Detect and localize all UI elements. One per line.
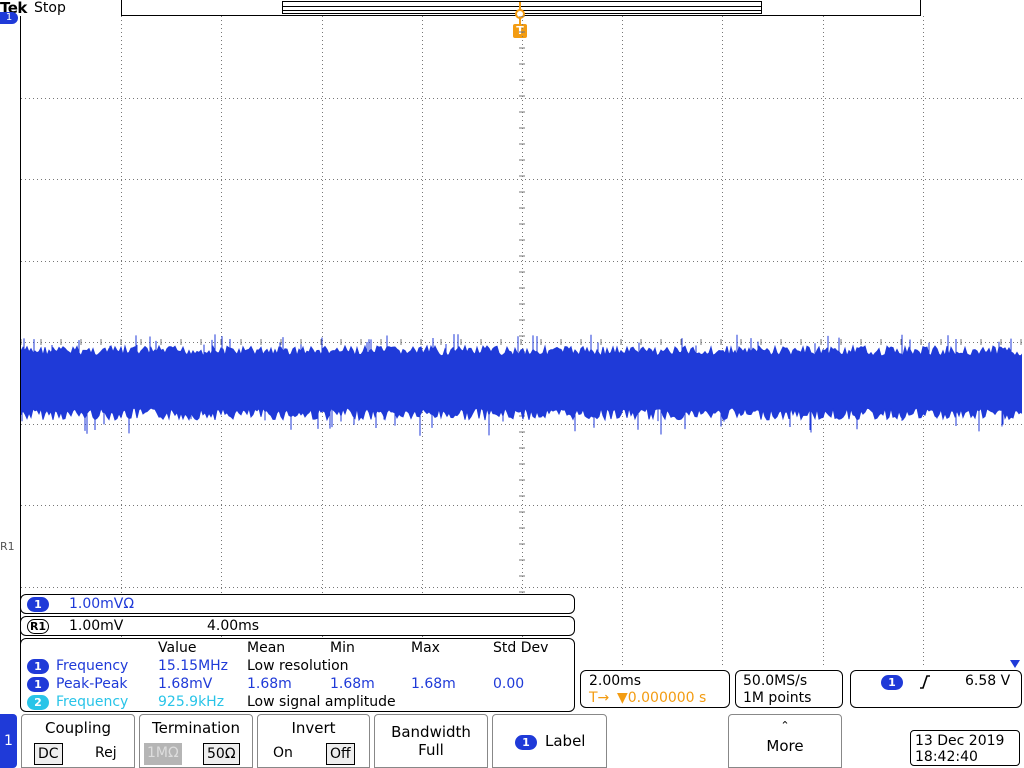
trigger-readout[interactable]: 1 6.58 V bbox=[850, 670, 1022, 708]
date: 13 Dec 2019 bbox=[915, 733, 1005, 749]
trigger-delay: ▼0.000000 s bbox=[617, 690, 707, 706]
trigger-level: 6.58 V bbox=[965, 673, 1011, 689]
timebase-scale: 2.00ms bbox=[589, 673, 642, 689]
label-button[interactable]: 1 Label bbox=[492, 714, 607, 768]
waveform-display bbox=[21, 16, 1022, 665]
meas-row-value: 1.68mV bbox=[158, 676, 213, 692]
coupling-rej-option[interactable]: Rej bbox=[92, 743, 120, 765]
ch1-scale-readout[interactable]: 1 1.00mVΩ bbox=[20, 594, 575, 614]
meas-row-badge: 2 bbox=[27, 694, 49, 710]
meas-row-value: 15.15MHz bbox=[158, 658, 229, 674]
termination-50-option[interactable]: 50Ω bbox=[203, 743, 240, 765]
meas-row-badge: 1 bbox=[27, 658, 49, 674]
more-button[interactable]: ⌃ More bbox=[728, 714, 842, 768]
meas-row-note: Low resolution bbox=[247, 658, 349, 674]
label-channel-badge: 1 bbox=[515, 735, 537, 750]
ch1-waveform bbox=[21, 344, 1022, 422]
coupling-title: Coupling bbox=[44, 719, 112, 737]
meas-row-name: Frequency bbox=[56, 694, 129, 710]
termination-title: Termination bbox=[152, 719, 240, 737]
measurement-panel[interactable]: Value Mean Min Max Std Dev 1 Frequency 1… bbox=[20, 638, 575, 712]
meas-row-max: 1.68m bbox=[411, 676, 456, 692]
ch1-ground-marker[interactable]: 1 bbox=[0, 12, 18, 24]
bandwidth-value: Full bbox=[418, 741, 444, 759]
meas-row-name: Frequency bbox=[56, 658, 129, 674]
graticule bbox=[20, 16, 1022, 668]
trigger-level-arrow-icon bbox=[1010, 660, 1020, 668]
meas-row-note: Low signal amplitude bbox=[247, 694, 396, 710]
ref1-readout[interactable]: R1 1.00mV 4.00ms bbox=[20, 616, 575, 636]
invert-on-option[interactable]: On bbox=[270, 743, 296, 765]
datetime-readout: 13 Dec 2019 18:42:40 bbox=[910, 730, 1020, 766]
label-title: Label bbox=[545, 732, 586, 750]
header-value: Value bbox=[158, 640, 197, 656]
meas-row-std: 0.00 bbox=[493, 676, 525, 692]
coupling-dc-option[interactable]: DC bbox=[34, 743, 63, 765]
header-std-dev: Std Dev bbox=[493, 640, 549, 656]
ref1-badge: R1 bbox=[27, 618, 49, 634]
ref1-marker[interactable]: R1 bbox=[0, 540, 18, 554]
channel-menu-tab[interactable]: 1 bbox=[0, 714, 17, 768]
meas-row-value: 925.9kHz bbox=[158, 694, 225, 710]
timebase-readout[interactable]: 2.00ms T→ ▼0.000000 s bbox=[580, 670, 730, 708]
ref1-scale: 1.00mV bbox=[69, 618, 124, 634]
meas-row-mean: 1.68m bbox=[247, 676, 292, 692]
rising-edge-icon bbox=[920, 675, 930, 689]
ch1-scale: 1.00mVΩ bbox=[69, 596, 135, 612]
meas-row-name: Peak-Peak bbox=[56, 676, 128, 692]
header-min: Min bbox=[330, 640, 355, 656]
invert-off-option[interactable]: Off bbox=[326, 743, 355, 765]
meas-row-min: 1.68m bbox=[330, 676, 375, 692]
ch1-badge: 1 bbox=[27, 596, 49, 612]
bandwidth-title: Bandwidth bbox=[391, 723, 471, 741]
coupling-button[interactable]: Coupling DC Rej bbox=[21, 714, 135, 768]
termination-button[interactable]: Termination 1MΩ 50Ω bbox=[139, 714, 253, 768]
trigger-delay-icon: T→ bbox=[589, 690, 610, 706]
more-title: More bbox=[766, 737, 804, 755]
time: 18:42:40 bbox=[915, 749, 978, 765]
grid-lines bbox=[21, 16, 1022, 665]
invert-title: Invert bbox=[291, 719, 336, 737]
termination-1m-option: 1MΩ bbox=[144, 743, 182, 765]
sample-rate: 50.0MS/s bbox=[743, 673, 808, 689]
header-mean: Mean bbox=[247, 640, 286, 656]
header-max: Max bbox=[411, 640, 440, 656]
run-status: Stop bbox=[34, 0, 66, 16]
chevron-up-icon: ⌃ bbox=[780, 719, 790, 732]
record-length: 1M points bbox=[743, 690, 812, 706]
acquisition-readout[interactable]: 50.0MS/s 1M points bbox=[735, 670, 843, 708]
bandwidth-button[interactable]: Bandwidth Full bbox=[374, 714, 488, 768]
invert-button[interactable]: Invert On Off bbox=[257, 714, 370, 768]
ref1-time: 4.00ms bbox=[207, 618, 260, 634]
meas-row-badge: 1 bbox=[27, 676, 49, 692]
trigger-source-badge: 1 bbox=[881, 674, 903, 690]
